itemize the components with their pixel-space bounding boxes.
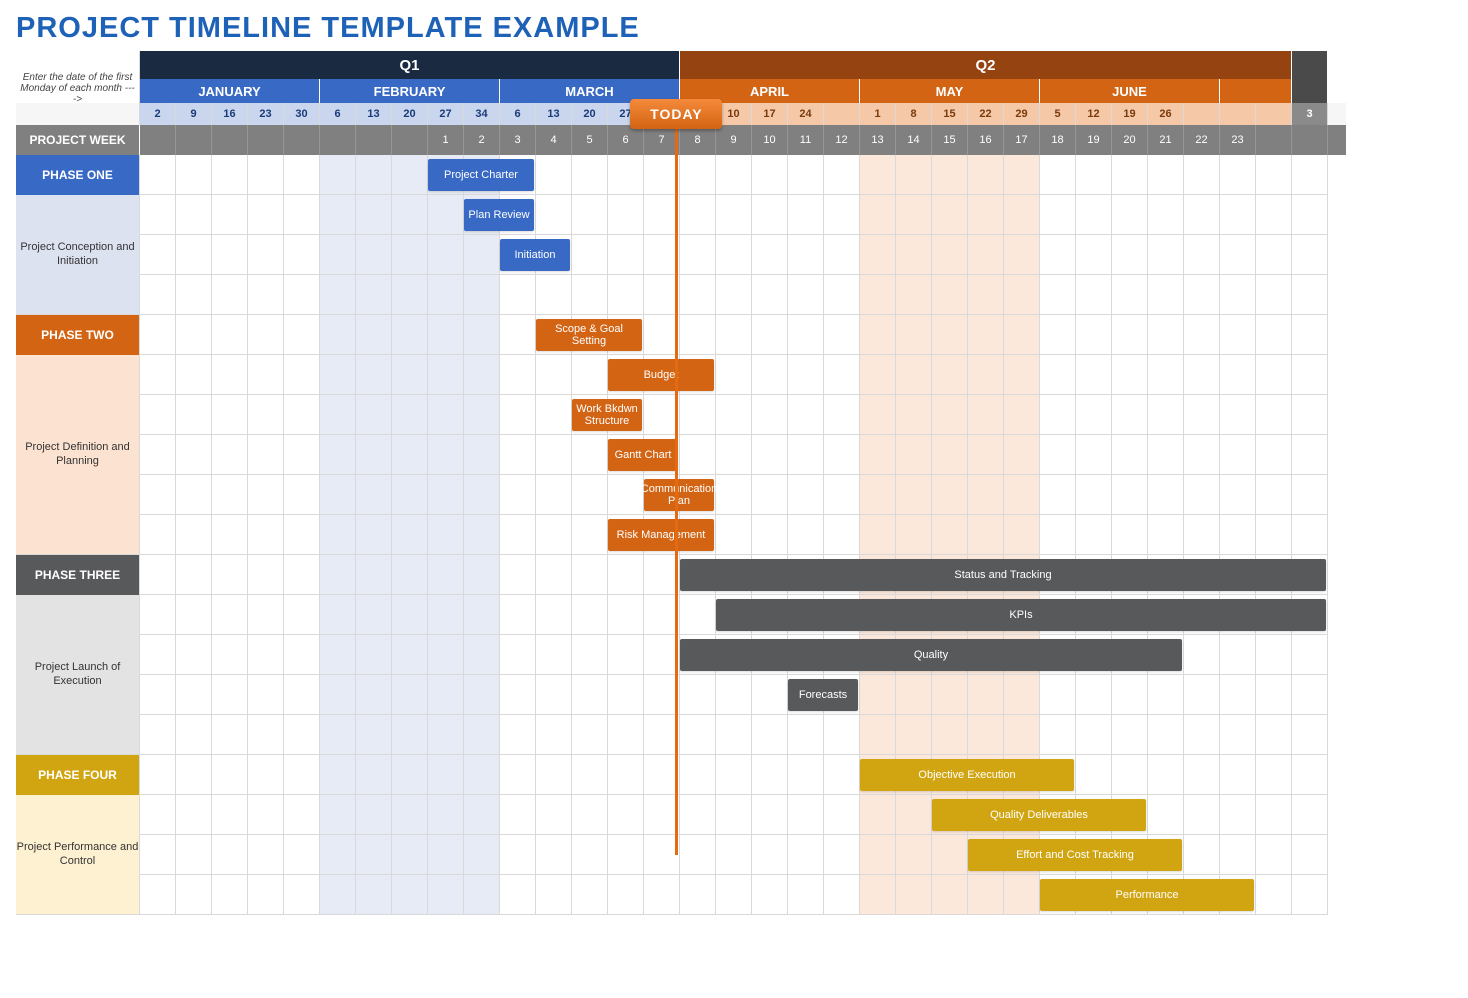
day-cell: 15	[932, 103, 968, 125]
month-header	[1292, 79, 1328, 103]
quarter-header	[1292, 51, 1328, 79]
day-cell: 12	[1076, 103, 1112, 125]
week-cell: 22	[1184, 125, 1220, 155]
week-cell	[1256, 125, 1292, 155]
day-cell: 19	[1112, 103, 1148, 125]
day-cell: 26	[1148, 103, 1184, 125]
week-cell: 15	[932, 125, 968, 155]
day-cell: 5	[1040, 103, 1076, 125]
day-cell	[1184, 103, 1220, 125]
month-header: JANUARY	[140, 79, 320, 103]
day-cell	[1220, 103, 1256, 125]
week-cell	[320, 125, 356, 155]
phase-header: PHASE FOUR	[16, 755, 140, 795]
month-header: JUNE	[1040, 79, 1220, 103]
day-cell: 20	[572, 103, 608, 125]
day-cell: 27	[428, 103, 464, 125]
day-cell: 2	[140, 103, 176, 125]
week-cell: 2	[464, 125, 500, 155]
task-bar[interactable]: Project Charter	[428, 159, 534, 191]
week-cell: 10	[752, 125, 788, 155]
day-cell: 8	[896, 103, 932, 125]
week-cell: 3	[500, 125, 536, 155]
week-cell: 17	[1004, 125, 1040, 155]
phase-header: PHASE THREE	[16, 555, 140, 595]
task-bar[interactable]: Gantt Chart	[608, 439, 678, 471]
week-cell: 6	[608, 125, 644, 155]
week-cell	[1292, 125, 1328, 155]
task-bar[interactable]: Objective Execution	[860, 759, 1074, 791]
week-cell	[212, 125, 248, 155]
phase-header: PHASE TWO	[16, 315, 140, 355]
day-cell: 29	[1004, 103, 1040, 125]
task-bar[interactable]: Forecasts	[788, 679, 858, 711]
week-cell: 14	[896, 125, 932, 155]
week-cell: 21	[1148, 125, 1184, 155]
week-cell: 4	[536, 125, 572, 155]
task-bar[interactable]: Status and Tracking	[680, 559, 1326, 591]
day-cell: 34	[464, 103, 500, 125]
project-week-label: PROJECT WEEK	[16, 125, 140, 155]
week-cell: 9	[716, 125, 752, 155]
day-cell	[824, 103, 860, 125]
week-cell	[356, 125, 392, 155]
day-cell: 3	[1292, 103, 1328, 125]
task-bar[interactable]: Plan Review	[464, 199, 534, 231]
phase-header: PHASE ONE	[16, 155, 140, 195]
date-hint: Enter the date of the first Monday of ea…	[16, 51, 140, 125]
week-cell	[140, 125, 176, 155]
day-cell: 6	[320, 103, 356, 125]
week-cell: 5	[572, 125, 608, 155]
day-cell: 30	[284, 103, 320, 125]
today-label: TODAY	[630, 99, 722, 129]
task-bar[interactable]: Performance	[1040, 879, 1254, 911]
day-cell: 9	[176, 103, 212, 125]
month-header: MAY	[860, 79, 1040, 103]
day-cell	[1256, 103, 1292, 125]
task-bar[interactable]: Budget	[608, 359, 714, 391]
week-cell: 11	[788, 125, 824, 155]
month-header: FEBRUARY	[320, 79, 500, 103]
day-cell: 23	[248, 103, 284, 125]
month-header	[1220, 79, 1292, 103]
week-cell: 19	[1076, 125, 1112, 155]
day-cell: 24	[788, 103, 824, 125]
week-cell: 18	[1040, 125, 1076, 155]
week-cell: 23	[1220, 125, 1256, 155]
task-bar[interactable]: Scope & Goal Setting	[536, 319, 642, 351]
week-cell	[392, 125, 428, 155]
day-cell: 16	[212, 103, 248, 125]
day-cell: 6	[500, 103, 536, 125]
day-cell: 13	[536, 103, 572, 125]
week-cell: 1	[428, 125, 464, 155]
task-bar[interactable]: Communication Plan	[644, 479, 714, 511]
day-cell: 22	[968, 103, 1004, 125]
week-cell: 8	[680, 125, 716, 155]
quarter-header: Q2	[680, 51, 1292, 79]
week-cell: 12	[824, 125, 860, 155]
day-cell: 20	[392, 103, 428, 125]
day-cell: 1	[860, 103, 896, 125]
task-bar[interactable]: Initiation	[500, 239, 570, 271]
task-bar[interactable]: KPIs	[716, 599, 1326, 631]
day-cell: 13	[356, 103, 392, 125]
task-bar[interactable]: Effort and Cost Tracking	[968, 839, 1182, 871]
task-bar[interactable]: Work Bkdwn Structure	[572, 399, 642, 431]
quarter-header: Q1	[140, 51, 680, 79]
week-cell	[248, 125, 284, 155]
today-marker	[675, 103, 678, 855]
week-cell: 20	[1112, 125, 1148, 155]
day-cell: 17	[752, 103, 788, 125]
gantt-chart: Enter the date of the first Monday of ea…	[16, 51, 1346, 915]
week-cell	[284, 125, 320, 155]
week-cell: 16	[968, 125, 1004, 155]
task-bar[interactable]: Quality Deliverables	[932, 799, 1146, 831]
task-bar[interactable]: Quality	[680, 639, 1182, 671]
task-bar[interactable]: Risk Management	[608, 519, 714, 551]
week-cell: 13	[860, 125, 896, 155]
page-title: PROJECT TIMELINE TEMPLATE EXAMPLE	[16, 12, 1460, 45]
week-cell	[176, 125, 212, 155]
